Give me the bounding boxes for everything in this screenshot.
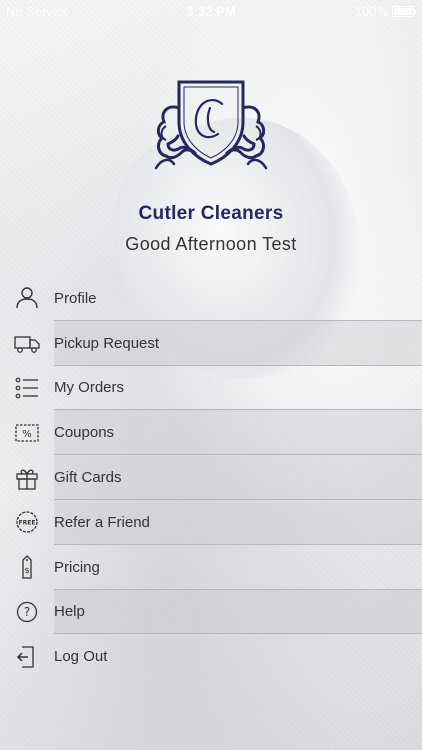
menu-label: Coupons bbox=[54, 424, 115, 442]
menu-label: Refer a Friend bbox=[54, 513, 150, 531]
svg-text:?: ? bbox=[24, 605, 30, 619]
menu-item-gift-cards[interactable]: Gift Cards bbox=[0, 455, 422, 500]
menu-item-refer-a-friend[interactable]: FREE Refer a Friend bbox=[0, 499, 422, 545]
svg-text:%: % bbox=[22, 429, 32, 440]
menu-item-my-orders[interactable]: My Orders bbox=[0, 366, 422, 411]
menu-item-profile[interactable]: Profile bbox=[0, 276, 422, 321]
free-badge-text: FREE bbox=[19, 520, 36, 527]
truck-icon bbox=[14, 331, 40, 355]
menu-label: Profile bbox=[54, 289, 97, 307]
menu-label: My Orders bbox=[54, 379, 125, 397]
coupon-icon: % bbox=[14, 421, 40, 445]
svg-text:$: $ bbox=[24, 566, 29, 575]
brand-name: Cutler Cleaners bbox=[138, 203, 284, 224]
menu-item-pickup-request[interactable]: Pickup Request bbox=[0, 320, 422, 366]
battery-percent: 100% bbox=[354, 4, 388, 19]
greeting-text: Good Afternoon Test bbox=[125, 234, 297, 254]
free-badge-icon: FREE bbox=[14, 510, 40, 534]
status-bar: No Service 3:32 PM 100% bbox=[0, 0, 422, 22]
logout-icon bbox=[14, 645, 40, 669]
menu-label: Pricing bbox=[54, 558, 100, 576]
menu-label: Gift Cards bbox=[54, 469, 122, 487]
battery-icon bbox=[392, 6, 416, 17]
help-icon: ? bbox=[14, 600, 40, 624]
price-tag-icon: $ bbox=[14, 555, 40, 579]
menu-label: Log Out bbox=[54, 648, 108, 666]
menu-label: Help bbox=[54, 603, 85, 621]
menu-item-help[interactable]: ? Help bbox=[0, 589, 422, 635]
side-menu: Profile Pickup Request My Orders % Coupo… bbox=[0, 276, 422, 679]
brand-logo bbox=[148, 78, 274, 174]
menu-item-log-out[interactable]: Log Out bbox=[0, 634, 422, 679]
menu-label: Pickup Request bbox=[54, 334, 160, 352]
menu-item-coupons[interactable]: % Coupons bbox=[0, 410, 422, 456]
list-icon bbox=[14, 376, 40, 400]
person-icon bbox=[14, 286, 40, 310]
menu-item-pricing[interactable]: $ Pricing bbox=[0, 545, 422, 590]
gift-icon bbox=[14, 466, 40, 490]
